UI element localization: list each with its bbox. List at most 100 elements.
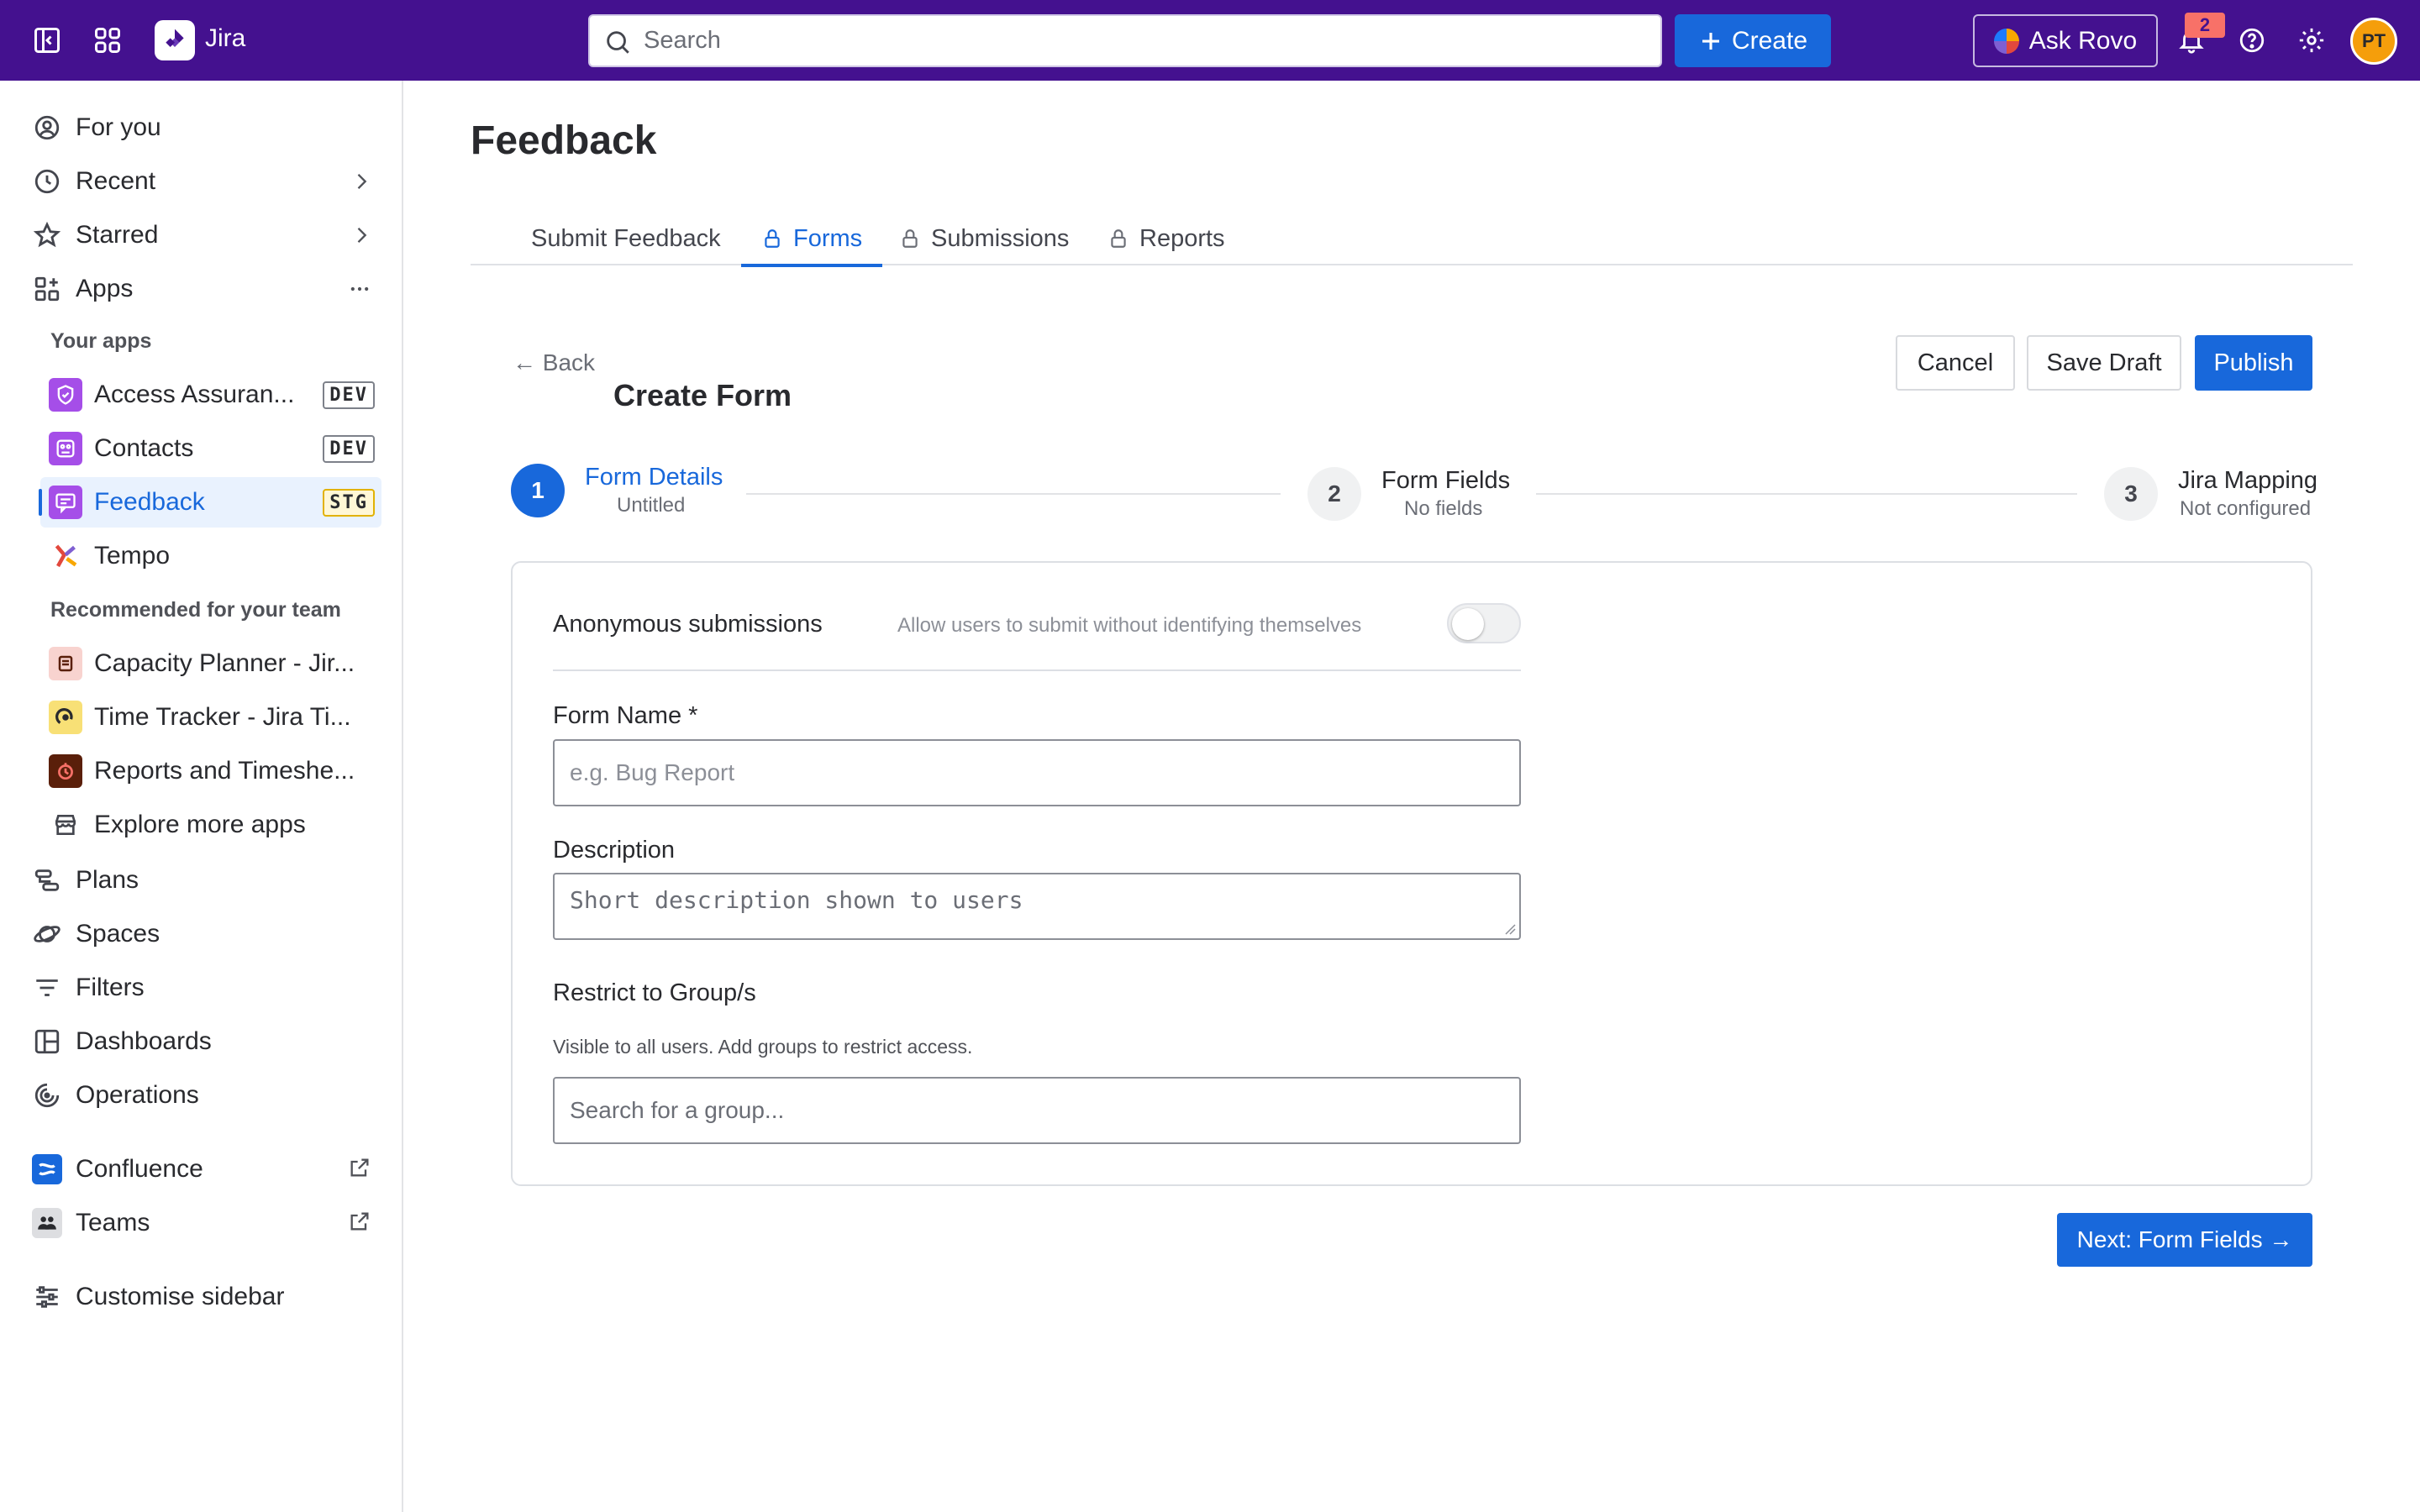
description-placeholder: Short description shown to users [570, 886, 1023, 914]
rovo-logo-icon [1993, 28, 2019, 54]
sidebar-app-tempo[interactable]: Tempo [40, 531, 381, 581]
tab-reports[interactable]: Reports [1107, 212, 1225, 265]
sidebar-item-plans[interactable]: Plans [30, 857, 383, 904]
sidebar-item-dashboards[interactable]: Dashboards [30, 1018, 383, 1065]
anonymous-submissions-label: Anonymous submissions [553, 611, 823, 638]
contacts-icon [49, 432, 82, 465]
confluence-icon [30, 1152, 64, 1186]
sidebar-app-time-tracker[interactable]: Time Tracker - Jira Ti... [40, 692, 381, 743]
external-link-icon[interactable] [348, 1210, 371, 1240]
step-1-title[interactable]: Form Details [585, 464, 723, 491]
save-draft-button[interactable]: Save Draft [2027, 335, 2181, 391]
sidebar-app-reports-timesheets[interactable]: Reports and Timeshe... [40, 746, 381, 796]
tab-submit-feedback[interactable]: Submit Feedback [531, 212, 721, 265]
star-icon [30, 218, 64, 252]
form-name-label: Form Name * [553, 702, 698, 729]
tab-submissions[interactable]: Submissions [899, 212, 1069, 265]
sidebar-item-label: Customise sidebar [76, 1283, 285, 1310]
sidebar-item-operations[interactable]: Operations [30, 1072, 383, 1119]
help-icon[interactable] [2228, 17, 2275, 64]
lock-icon [1111, 229, 1126, 248]
sidebar-item-confluence[interactable]: Confluence [30, 1146, 383, 1193]
sidebar-app-feedback[interactable]: Feedback STG [39, 477, 381, 528]
search-icon [603, 28, 632, 63]
jira-logo-icon[interactable] [155, 20, 195, 60]
cancel-button[interactable]: Cancel [1896, 335, 2015, 391]
collapse-sidebar-icon[interactable] [24, 17, 71, 64]
step-3-title[interactable]: Jira Mapping [2178, 467, 2317, 495]
ask-rovo-button[interactable]: Ask Rovo [1973, 14, 2158, 67]
env-tag-dev: DEV [323, 435, 375, 463]
apps-icon [30, 272, 64, 306]
step-3-circle[interactable]: 3 [2104, 467, 2158, 521]
sidebar-app-access-assurance[interactable]: Access Assuran... DEV [40, 370, 381, 420]
notification-count-badge: 2 [2185, 13, 2225, 38]
step-1-subtitle: Untitled [617, 494, 686, 517]
back-link[interactable]: ← Back [513, 349, 595, 376]
sidebar-item-label: Operations [76, 1081, 199, 1109]
create-button[interactable]: Create [1675, 14, 1831, 67]
sidebar-item-label: Spaces [76, 920, 160, 948]
step-2-circle[interactable]: 2 [1307, 467, 1361, 521]
sidebar-item-label: Plans [76, 866, 139, 894]
sidebar-explore-more-apps[interactable]: Explore more apps [40, 800, 381, 850]
sidebar-item-filters[interactable]: Filters [30, 964, 383, 1011]
lock-icon [765, 229, 780, 248]
app-switcher-icon[interactable] [84, 17, 131, 64]
sidebar-app-capacity-planner[interactable]: Capacity Planner - Jir... [40, 638, 381, 689]
group-search-placeholder: Search for a group... [570, 1097, 785, 1123]
reports-timesheets-icon [49, 754, 82, 788]
chevron-right-icon[interactable] [350, 170, 373, 200]
sidebar-item-for-you[interactable]: For you [30, 104, 383, 151]
feedback-icon [49, 486, 82, 519]
app-label: Capacity Planner - Jir... [94, 649, 355, 677]
more-options-icon[interactable] [346, 277, 373, 307]
publish-button[interactable]: Publish [2195, 335, 2312, 391]
anonymous-submissions-hint: Allow users to submit without identifyin… [897, 614, 1362, 637]
sidebar-item-teams[interactable]: Teams [30, 1200, 383, 1247]
sidebar-item-recent[interactable]: Recent [30, 158, 383, 205]
sidebar-customise[interactable]: Customise sidebar [30, 1273, 383, 1320]
app-label: Time Tracker - Jira Ti... [94, 703, 351, 731]
sidebar-item-label: Starred [76, 221, 159, 249]
app-label: Access Assuran... [94, 381, 295, 408]
sidebar-item-apps[interactable]: Apps [30, 265, 383, 312]
sidebar-item-spaces[interactable]: Spaces [30, 911, 383, 958]
divider [553, 669, 1521, 671]
sidebar-item-label: Recent [76, 167, 156, 195]
create-label: Create [1731, 26, 1808, 55]
operations-icon [30, 1079, 64, 1112]
sidebar-item-starred[interactable]: Starred [30, 212, 383, 259]
env-tag-dev: DEV [323, 381, 375, 409]
tab-label: Submit Feedback [531, 224, 721, 252]
description-textarea[interactable]: Short description shown to users [553, 873, 1521, 940]
tab-bar: Submit Feedback Forms Submissions Report… [471, 212, 2353, 267]
sidebar-app-contacts[interactable]: Contacts DEV [40, 423, 381, 474]
search-input[interactable]: Search [588, 14, 1662, 67]
external-link-icon[interactable] [348, 1156, 371, 1186]
step-1-circle[interactable]: 1 [511, 464, 565, 517]
dashboard-icon [30, 1025, 64, 1058]
sidebar-item-label: Confluence [76, 1155, 203, 1183]
form-title: Create Form [613, 378, 792, 412]
user-avatar[interactable]: PT [2350, 18, 2397, 65]
marketplace-icon [49, 808, 82, 842]
step-2-title[interactable]: Form Fields [1381, 467, 1510, 495]
clock-icon [30, 165, 64, 198]
filter-icon [30, 971, 64, 1005]
tab-forms[interactable]: Forms [741, 212, 883, 267]
app-name[interactable]: Jira [205, 24, 245, 53]
resize-handle-icon[interactable] [1504, 923, 1516, 935]
next-form-fields-button[interactable]: Next: Form Fields → [2057, 1213, 2312, 1267]
rovo-label: Ask Rovo [2028, 26, 2138, 55]
anonymous-submissions-toggle[interactable] [1447, 603, 1521, 643]
lock-icon [902, 229, 918, 248]
chevron-right-icon[interactable] [350, 223, 373, 254]
group-search-input[interactable]: Search for a group... [553, 1077, 1521, 1144]
tab-label: Submissions [931, 224, 1070, 252]
form-name-input[interactable]: e.g. Bug Report [553, 739, 1521, 806]
step-2-subtitle: No fields [1404, 497, 1483, 520]
settings-gear-icon[interactable] [2288, 17, 2335, 64]
tab-label: Forms [793, 224, 863, 252]
sidebar-item-label: Dashboards [76, 1027, 212, 1055]
